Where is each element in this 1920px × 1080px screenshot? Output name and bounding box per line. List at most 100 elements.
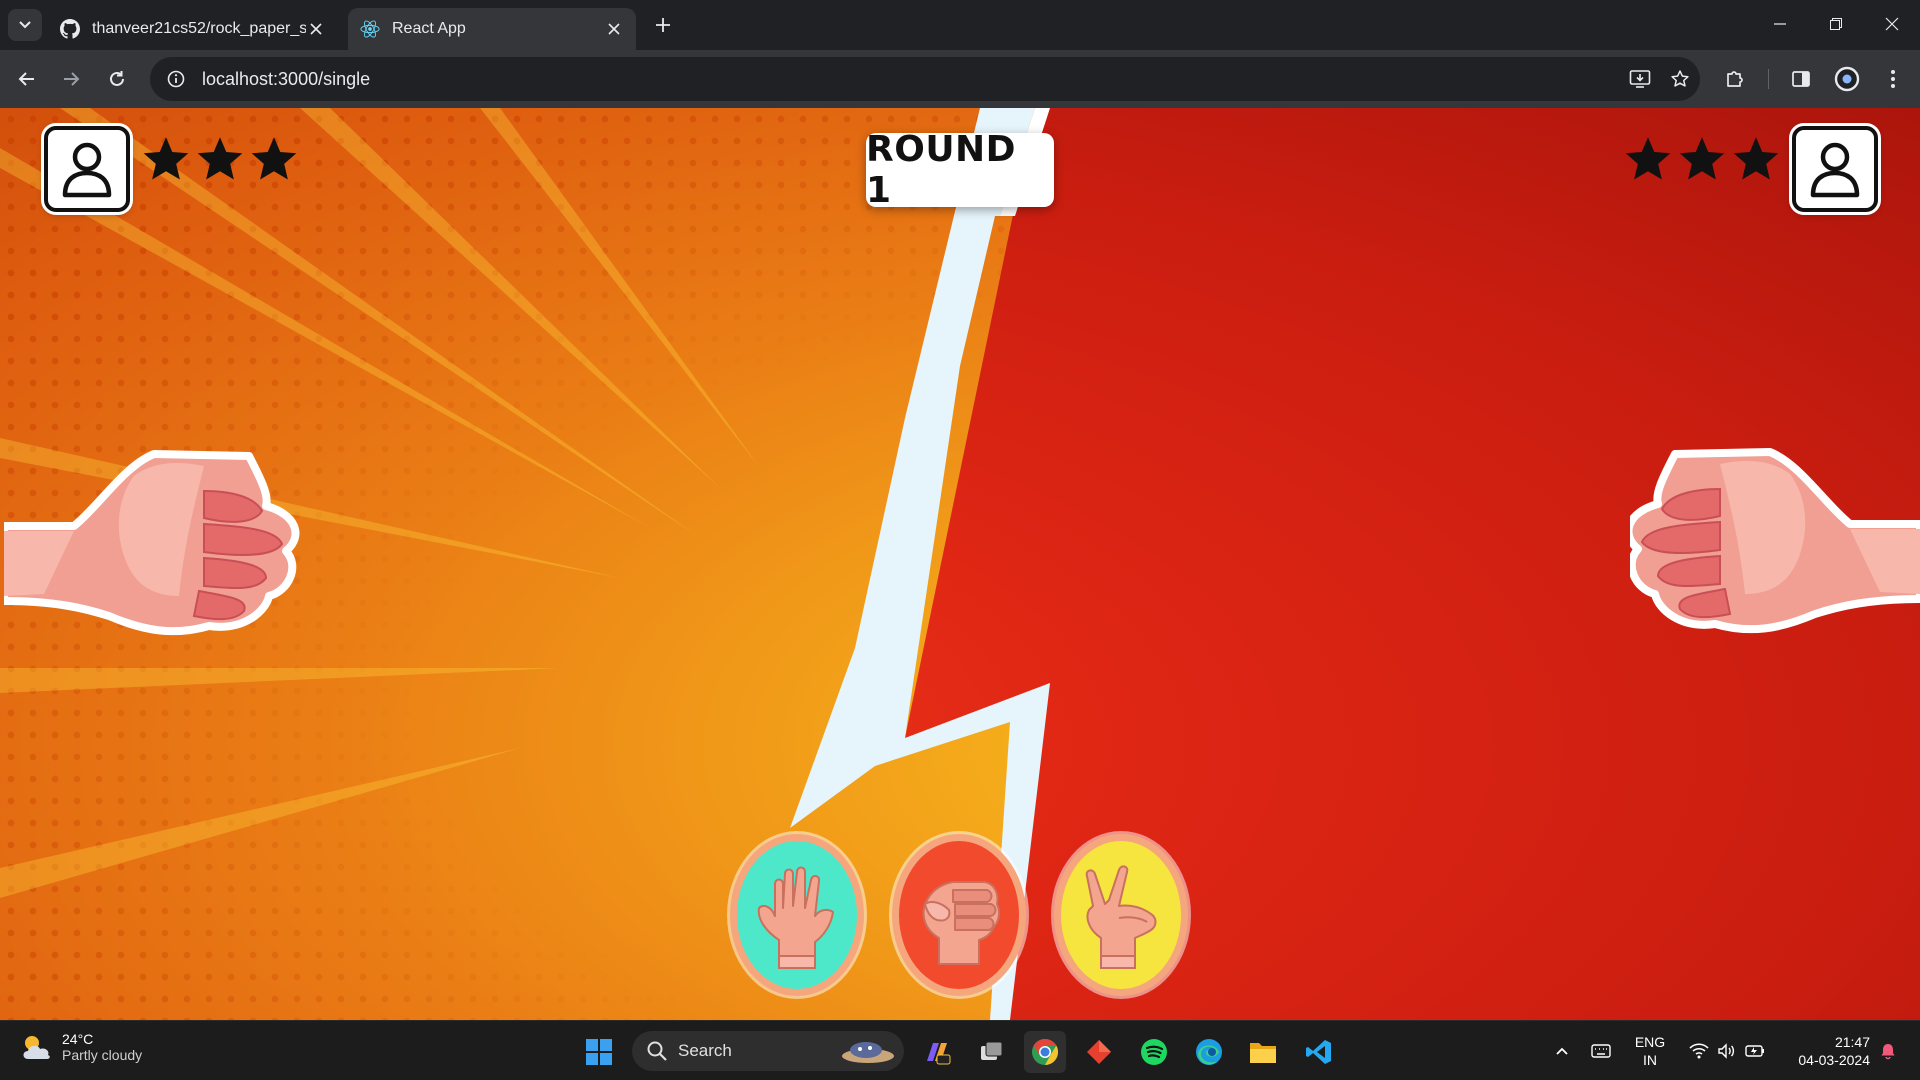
copilot-icon bbox=[927, 1043, 951, 1065]
player1-avatar bbox=[44, 126, 130, 212]
system-clock[interactable]: 21:47 04-03-2024 bbox=[1780, 1033, 1870, 1069]
copilot-app[interactable] bbox=[915, 1031, 957, 1073]
search-icon bbox=[647, 1041, 667, 1061]
edge-app[interactable] bbox=[1188, 1031, 1230, 1073]
start-button[interactable] bbox=[578, 1031, 620, 1073]
arrow-right-icon bbox=[64, 72, 80, 86]
window-controls bbox=[1752, 0, 1920, 48]
new-tab-button[interactable] bbox=[650, 12, 676, 38]
notifications[interactable] bbox=[1876, 1021, 1900, 1080]
star-icon bbox=[143, 137, 189, 180]
extensions-icon[interactable] bbox=[1720, 64, 1750, 94]
chevron-up-icon bbox=[1556, 1047, 1568, 1055]
scissors-choice-button[interactable] bbox=[1054, 834, 1188, 996]
star-icon bbox=[1733, 137, 1779, 180]
toolbar-divider bbox=[1768, 69, 1769, 89]
player2-fist-icon bbox=[1630, 448, 1920, 634]
url-text[interactable]: localhost:3000/single bbox=[202, 69, 1620, 90]
wifi-icon bbox=[1689, 1043, 1709, 1059]
battery-status[interactable] bbox=[1742, 1021, 1768, 1080]
arrow-left-icon bbox=[18, 72, 34, 86]
chrome-icon bbox=[1032, 1038, 1059, 1066]
star-icon bbox=[251, 137, 297, 180]
touch-keyboard[interactable] bbox=[1588, 1021, 1614, 1080]
weather-condition: Partly cloudy bbox=[62, 1047, 143, 1063]
language-region: IN bbox=[1643, 1052, 1657, 1068]
user-icon bbox=[62, 142, 112, 198]
language-code: ENG bbox=[1634, 1034, 1666, 1050]
reload-icon bbox=[110, 71, 124, 86]
github-icon bbox=[60, 19, 80, 39]
restore-button[interactable] bbox=[1808, 0, 1864, 48]
chrome-app[interactable] bbox=[1024, 1031, 1066, 1073]
back-button[interactable] bbox=[12, 64, 42, 94]
show-hidden-icons[interactable] bbox=[1550, 1021, 1574, 1080]
fist-icon bbox=[922, 881, 1001, 965]
reload-button[interactable] bbox=[102, 64, 132, 94]
vscode-icon bbox=[1306, 1040, 1331, 1064]
menu-kebab-icon[interactable] bbox=[1878, 64, 1908, 94]
tab-react-app[interactable]: React App bbox=[348, 8, 636, 50]
git-app[interactable] bbox=[1078, 1031, 1120, 1073]
file-explorer-app[interactable] bbox=[1242, 1031, 1284, 1073]
round-badge: ROUND 1 bbox=[866, 129, 1054, 211]
site-info-icon[interactable] bbox=[154, 57, 198, 101]
volume-control[interactable] bbox=[1714, 1021, 1740, 1080]
browser-toolbar: localhost:3000/single bbox=[0, 50, 1920, 108]
player1-lives bbox=[140, 134, 300, 194]
tab-github[interactable]: thanveer21cs52/rock_paper_sis bbox=[48, 8, 338, 50]
task-view-app[interactable] bbox=[970, 1031, 1012, 1073]
spotify-app[interactable] bbox=[1133, 1031, 1175, 1073]
browser-tab-strip: thanveer21cs52/rock_paper_sis React App bbox=[0, 0, 1920, 50]
vscode-app[interactable] bbox=[1298, 1031, 1340, 1073]
keyboard-icon bbox=[1591, 1044, 1611, 1058]
close-tab-icon[interactable] bbox=[306, 19, 326, 39]
taskbar-search[interactable]: Search bbox=[632, 1031, 904, 1071]
clock-date: 04-03-2024 bbox=[1798, 1052, 1870, 1068]
plus-icon bbox=[656, 18, 670, 32]
open-hand-icon bbox=[757, 866, 834, 969]
network-status[interactable] bbox=[1686, 1021, 1712, 1080]
search-label: Search bbox=[678, 1041, 732, 1060]
install-app-icon[interactable] bbox=[1620, 59, 1660, 99]
game-viewport: ROUND 1 bbox=[0, 108, 1920, 1020]
language-indicator[interactable]: ENG IN bbox=[1630, 1033, 1670, 1069]
chevron-down-icon bbox=[19, 21, 31, 29]
victory-hand-icon bbox=[1085, 865, 1157, 969]
rock-choice-button[interactable] bbox=[892, 834, 1026, 996]
star-icon bbox=[1625, 137, 1671, 180]
diamond-app-icon bbox=[1087, 1040, 1111, 1064]
minimize-button[interactable] bbox=[1752, 0, 1808, 48]
player1-fist-icon bbox=[4, 450, 300, 636]
react-icon bbox=[360, 19, 380, 39]
user-icon bbox=[1810, 142, 1860, 198]
windows-taskbar: 24°C Partly cloudy Search ENG IN 21:47 0… bbox=[0, 1020, 1920, 1080]
tab-search-button[interactable] bbox=[8, 9, 42, 41]
spotify-icon bbox=[1141, 1039, 1167, 1065]
folder-icon bbox=[1250, 1043, 1276, 1063]
star-icon bbox=[197, 137, 243, 180]
tab-title: React App bbox=[392, 20, 466, 37]
paper-choice-button[interactable] bbox=[730, 834, 864, 996]
weather-widget[interactable]: 24°C Partly cloudy bbox=[18, 1031, 142, 1063]
close-tab-icon[interactable] bbox=[604, 19, 624, 39]
weather-temperature: 24°C bbox=[62, 1031, 94, 1047]
player2-avatar bbox=[1792, 126, 1878, 212]
side-panel-icon[interactable] bbox=[1786, 64, 1816, 94]
edge-icon bbox=[1196, 1039, 1222, 1065]
battery-charging-icon bbox=[1745, 1045, 1764, 1057]
search-highlight-icon bbox=[842, 1042, 894, 1063]
bell-icon bbox=[1881, 1044, 1895, 1060]
clock-time: 21:47 bbox=[1834, 1034, 1870, 1050]
forward-button[interactable] bbox=[56, 64, 86, 94]
task-view-icon bbox=[981, 1041, 1003, 1060]
player2-lives bbox=[1622, 134, 1782, 194]
bookmark-star-icon[interactable] bbox=[1660, 59, 1700, 99]
tab-title: thanveer21cs52/rock_paper_sis bbox=[92, 20, 306, 37]
star-icon bbox=[1679, 137, 1725, 180]
speaker-icon bbox=[1718, 1043, 1735, 1059]
windows-logo-icon bbox=[586, 1039, 612, 1065]
profile-avatar-icon[interactable] bbox=[1832, 64, 1862, 94]
address-bar[interactable]: localhost:3000/single bbox=[150, 57, 1700, 101]
close-window-button[interactable] bbox=[1864, 0, 1920, 48]
